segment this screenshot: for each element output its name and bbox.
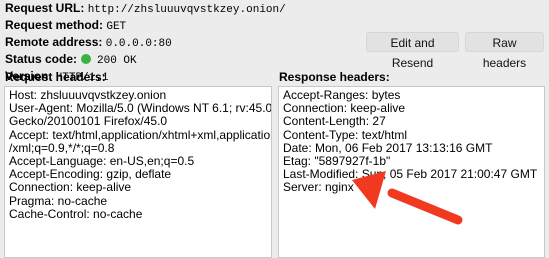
request-header-line: Connection: keep-alive (9, 180, 132, 195)
response-headers-label: Response headers: (279, 70, 390, 84)
request-url-value: http://zhsluuuvqvstkzey.onion/ (87, 4, 286, 16)
request-url-row: Request URL: http://zhsluuuvqvstkzey.oni… (5, 0, 365, 17)
edit-and-resend-button[interactable]: Edit and Resend (366, 32, 459, 70)
request-header-line: Accept: text/html,application/xhtml+xml,… (9, 127, 272, 142)
request-method-row: Request method: GET (5, 17, 365, 34)
remote-address-label: Remote address: (5, 35, 103, 49)
request-headers-label: Request headers: (5, 70, 106, 84)
request-header-line: Gecko/20100101 Firefox/45.0 (9, 114, 168, 129)
response-headers-panel[interactable]: Accept-Ranges: bytes Connection: keep-ali… (278, 86, 545, 258)
request-url-label: Request URL: (5, 1, 85, 15)
status-code-row: Status code: 200 OK (5, 51, 365, 68)
raw-headers-button[interactable]: Raw headers (465, 32, 544, 70)
status-code-label: Status code: (5, 52, 78, 66)
request-headers-panel[interactable]: Host: zhsluuuvqvstkzey.onion User-Agent: … (4, 86, 272, 258)
status-code-value: 200 OK (97, 55, 137, 67)
request-header-line: Cache-Control: no-cache (9, 206, 143, 221)
remote-address-value: 0.0.0.0:80 (105, 38, 172, 50)
request-method-label: Request method: (5, 18, 104, 32)
response-header-line: Content-Length: 27 (283, 114, 386, 129)
response-header-line: Content-Type: text/html (283, 127, 408, 142)
request-header-line: Pragma: no-cache (9, 193, 108, 208)
request-method-value: GET (106, 21, 127, 33)
response-header-line: Server: nginx (283, 180, 354, 195)
status-indicator-icon (81, 54, 92, 64)
remote-address-row: Remote address: 0.0.0.0:80 (5, 34, 365, 51)
